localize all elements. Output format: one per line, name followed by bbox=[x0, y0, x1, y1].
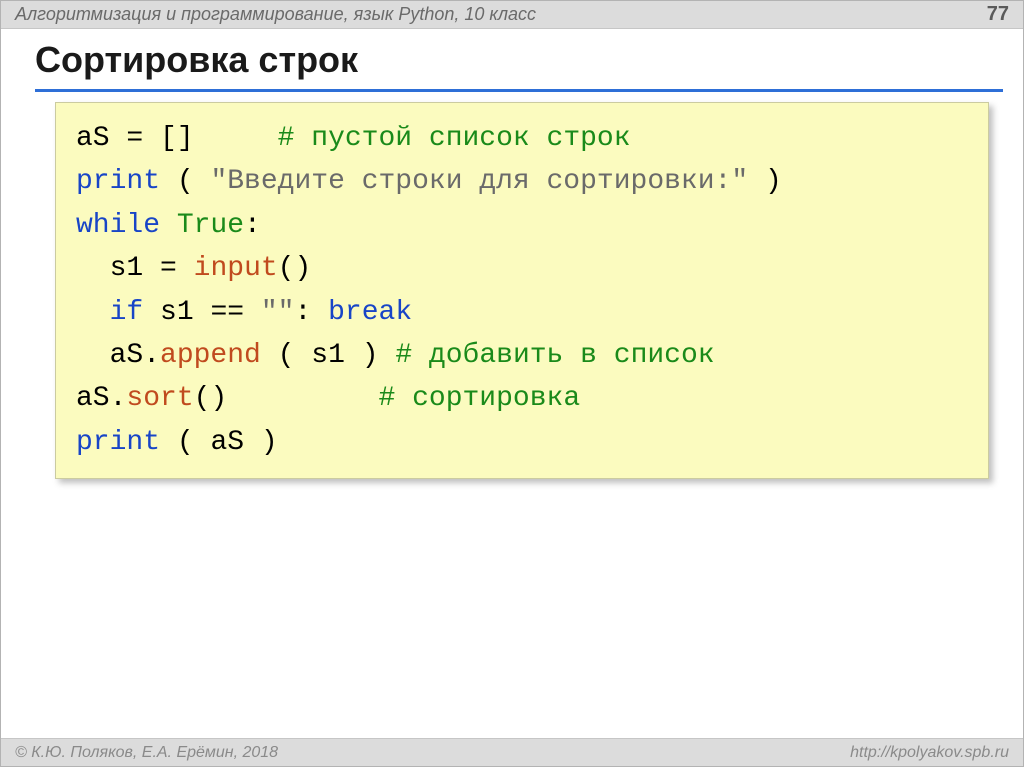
code-line-3: while True: bbox=[76, 210, 261, 241]
copyright: © К.Ю. Поляков, Е.А. Ерёмин, 2018 bbox=[15, 744, 278, 762]
page-number: 77 bbox=[987, 3, 1009, 26]
content-area: Сортировка строк aS = [] # пустой список… bbox=[1, 29, 1023, 738]
code-line-4: s1 = input() bbox=[76, 253, 311, 284]
code-line-2: print ( "Введите строки для сортировки:"… bbox=[76, 166, 782, 197]
code-line-1: aS = [] # пустой список строк bbox=[76, 123, 631, 154]
footer-bar: © К.Ю. Поляков, Е.А. Ерёмин, 2018 http:/… bbox=[1, 738, 1023, 766]
slide: Алгоритмизация и программирование, язык … bbox=[0, 0, 1024, 767]
code-line-8: print ( aS ) bbox=[76, 427, 278, 458]
breadcrumb: Алгоритмизация и программирование, язык … bbox=[15, 4, 536, 25]
footer-url: http://kpolyakov.spb.ru bbox=[850, 744, 1009, 762]
title-rule bbox=[35, 89, 1003, 92]
slide-title: Сортировка строк bbox=[35, 39, 1003, 87]
header-bar: Алгоритмизация и программирование, язык … bbox=[1, 1, 1023, 29]
code-line-7: aS.sort() # сортировка bbox=[76, 383, 580, 414]
code-line-5: if s1 == "": break bbox=[76, 297, 412, 328]
code-block: aS = [] # пустой список строк print ( "В… bbox=[55, 102, 989, 479]
code-line-6: aS.append ( s1 ) # добавить в список bbox=[76, 340, 715, 371]
